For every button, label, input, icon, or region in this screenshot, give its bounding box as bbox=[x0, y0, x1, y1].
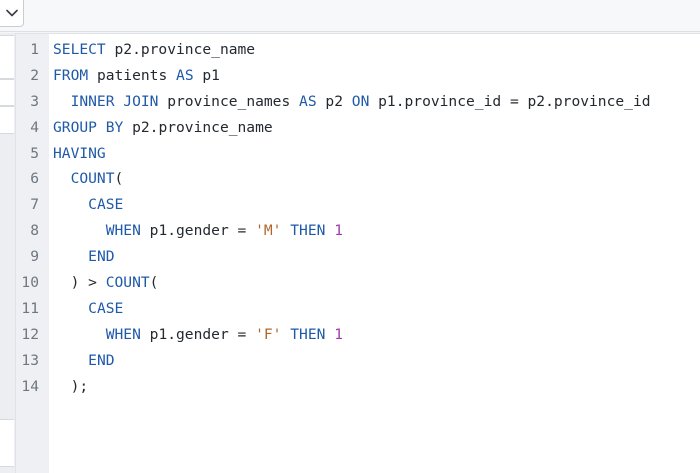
code-lines: 1 SELECT p2.province_name 2 FROM patients A… bbox=[16, 37, 700, 399]
line-number: 3 bbox=[30, 92, 39, 110]
code-token-kw: END bbox=[88, 248, 115, 266]
code-text: FROM patients AS p1 bbox=[39, 63, 220, 89]
code-text: WHEN p1.gender = 'F' THEN 1 bbox=[39, 322, 343, 348]
code-token-plain: p1.province_id = p2.province_id bbox=[369, 92, 651, 110]
code-line[interactable]: 12 WHEN p1.gender = 'F' THEN 1 bbox=[16, 322, 700, 348]
code-token-kw: HAVING bbox=[53, 144, 106, 162]
line-number: 8 bbox=[30, 222, 39, 240]
side-panel-row[interactable] bbox=[0, 419, 14, 467]
code-token-kw: ON bbox=[351, 92, 370, 110]
code-token-kw: COUNT bbox=[105, 274, 150, 292]
code-token-kw: WHEN bbox=[105, 325, 141, 343]
line-number: 11 bbox=[21, 299, 39, 317]
code-line[interactable]: 7 CASE bbox=[16, 192, 700, 218]
code-text: WHEN p1.gender = 'M' THEN 1 bbox=[39, 218, 343, 244]
code-token-kw: COUNT bbox=[70, 170, 115, 188]
line-number: 5 bbox=[30, 144, 39, 162]
code-line[interactable]: 6 COUNT( bbox=[16, 166, 700, 192]
code-line[interactable]: 11 CASE bbox=[16, 296, 700, 322]
line-number: 14 bbox=[21, 377, 39, 395]
code-line[interactable]: 3 INNER JOIN province_names AS p2 ON p1.… bbox=[16, 89, 700, 115]
side-panel-edge bbox=[0, 33, 15, 473]
code-line[interactable]: 8 WHEN p1.gender = 'M' THEN 1 bbox=[16, 218, 700, 244]
line-number: 9 bbox=[30, 248, 39, 266]
code-token-plain: patients bbox=[88, 66, 177, 84]
line-number: 12 bbox=[21, 325, 39, 343]
code-token-kw: CASE bbox=[88, 196, 124, 214]
line-number: 10 bbox=[21, 274, 39, 292]
code-token-kw: AS bbox=[176, 66, 194, 84]
code-token-plain: p2 bbox=[316, 92, 352, 110]
code-line[interactable]: 14 ); bbox=[16, 374, 700, 400]
code-line[interactable]: 5 HAVING bbox=[16, 141, 700, 167]
code-line[interactable]: 2 FROM patients AS p1 bbox=[16, 63, 700, 89]
code-token-plain: province_names bbox=[158, 92, 300, 110]
code-token-plain: p1.gender = bbox=[140, 222, 256, 240]
code-text: CASE bbox=[39, 296, 123, 322]
side-panel-row[interactable] bbox=[0, 35, 14, 79]
code-text: END bbox=[39, 244, 115, 270]
code-token-kw: END bbox=[88, 351, 115, 369]
code-token-kw: SELECT bbox=[53, 41, 106, 58]
code-line[interactable]: 9 END bbox=[16, 244, 700, 270]
line-number: 1 bbox=[30, 41, 39, 58]
top-toolbar bbox=[0, 0, 700, 32]
code-token-str: 'F' bbox=[255, 325, 282, 343]
line-number: 2 bbox=[30, 66, 39, 84]
code-text: ) > COUNT( bbox=[39, 270, 159, 296]
code-text: INNER JOIN province_names AS p2 ON p1.pr… bbox=[39, 89, 651, 115]
code-token-kw: THEN bbox=[290, 325, 326, 343]
code-token-kw: FROM bbox=[53, 66, 89, 84]
code-text: CASE bbox=[39, 192, 123, 218]
line-number: 4 bbox=[30, 118, 39, 136]
chevron-down-icon bbox=[5, 9, 18, 17]
code-token-plain: p1.gender = bbox=[140, 325, 256, 343]
code-line[interactable]: 10 ) > COUNT( bbox=[16, 270, 700, 296]
code-token-kw: CASE bbox=[88, 299, 124, 317]
code-text: SELECT p2.province_name bbox=[39, 37, 255, 63]
line-number: 7 bbox=[30, 196, 39, 214]
code-token-plain: ( bbox=[149, 274, 159, 292]
code-token-plain: ( bbox=[114, 170, 124, 188]
code-token-num: 1 bbox=[334, 222, 344, 240]
code-text: HAVING bbox=[39, 141, 106, 167]
code-token-plain: p1 bbox=[193, 66, 220, 84]
line-number: 13 bbox=[21, 351, 39, 369]
code-token-str: 'M' bbox=[255, 222, 282, 240]
code-line[interactable]: 13 END bbox=[16, 348, 700, 374]
code-token-kw: AS bbox=[299, 92, 317, 110]
side-panel-row[interactable] bbox=[0, 79, 14, 106]
code-token-kw: INNER JOIN bbox=[70, 92, 159, 110]
code-token-num: 1 bbox=[334, 325, 344, 343]
code-line[interactable]: 4 GROUP BY p2.province_name bbox=[16, 115, 700, 141]
code-token-plain: p2.province_name bbox=[105, 41, 256, 58]
code-token-plain: ) > bbox=[53, 274, 106, 292]
code-token-plain: ); bbox=[53, 377, 89, 395]
sql-code-editor[interactable]: 1 SELECT p2.province_name 2 FROM patients A… bbox=[15, 33, 700, 473]
code-token-kw: THEN bbox=[290, 222, 326, 240]
code-line[interactable]: 1 SELECT p2.province_name bbox=[16, 37, 700, 63]
code-token-kw: WHEN bbox=[105, 222, 141, 240]
code-text: COUNT( bbox=[39, 166, 124, 192]
code-text: ); bbox=[39, 374, 89, 400]
code-text: GROUP BY p2.province_name bbox=[39, 115, 273, 141]
line-number: 6 bbox=[30, 170, 39, 188]
code-text: END bbox=[39, 348, 115, 374]
dropdown-toggle[interactable] bbox=[0, 0, 24, 27]
side-panel-row[interactable] bbox=[0, 106, 14, 134]
code-token-plain: p2.province_name bbox=[123, 118, 273, 136]
code-token-kw: GROUP BY bbox=[53, 118, 124, 136]
